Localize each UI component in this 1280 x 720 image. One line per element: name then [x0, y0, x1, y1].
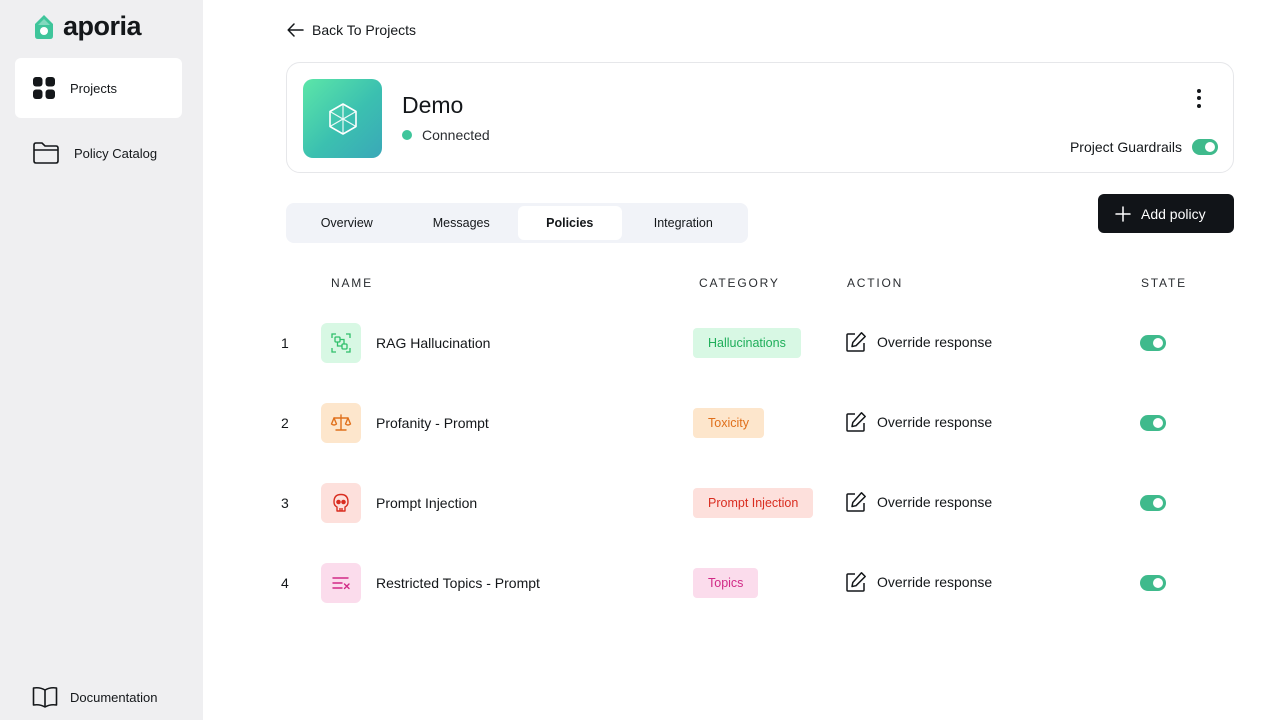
state-toggle[interactable]: [1140, 335, 1166, 351]
action-label: Override response: [877, 334, 993, 350]
tab-integration[interactable]: Integration: [622, 206, 745, 240]
column-header-state: STATE: [1141, 276, 1187, 290]
table-row[interactable]: 2 Profanity - Prompt Toxicity Override r…: [0, 403, 1280, 443]
edit-icon: [846, 412, 866, 432]
category-badge: Toxicity: [693, 408, 764, 438]
project-avatar: [303, 79, 382, 158]
sidebar-item-projects[interactable]: Projects: [15, 58, 182, 118]
policy-name: Restricted Topics - Prompt: [376, 575, 540, 591]
project-status: Connected: [402, 127, 490, 143]
sidebar-item-policy-catalog[interactable]: Policy Catalog: [15, 123, 182, 183]
more-options-icon[interactable]: [1189, 85, 1209, 111]
back-label: Back To Projects: [312, 22, 417, 38]
category-badge: Prompt Injection: [693, 488, 814, 518]
project-name: Demo: [402, 92, 464, 118]
table-row[interactable]: 1 RAG Hallucination Hallucinations Overr…: [0, 323, 1280, 363]
category-badge: Topics: [693, 568, 759, 598]
row-number: 4: [281, 575, 289, 591]
status-dot-icon: [402, 130, 412, 140]
sidebar-item-label: Projects: [70, 80, 117, 96]
table-row[interactable]: 4 Restricted Topics - Prompt Topics Over…: [0, 563, 1280, 603]
policy-name: Prompt Injection: [376, 495, 478, 511]
state-toggle[interactable]: [1140, 495, 1166, 511]
column-header-name: NAME: [331, 276, 373, 290]
add-policy-label: Add policy: [1141, 205, 1206, 222]
row-number: 3: [281, 495, 289, 511]
column-header-action: ACTION: [847, 276, 904, 290]
plus-icon: [1115, 205, 1131, 222]
arrow-left-icon: [287, 23, 304, 37]
action-override[interactable]: Override response: [845, 491, 992, 513]
documentation-label: Documentation: [70, 689, 158, 705]
back-to-projects-link[interactable]: Back To Projects: [287, 22, 416, 38]
table-row[interactable]: 3 Prompt Injection Prompt Injection Over…: [0, 483, 1280, 523]
tab-messages[interactable]: Messages: [405, 206, 519, 240]
edit-icon: [846, 332, 866, 352]
project-card: Demo Connected Project Guardrails: [286, 62, 1234, 173]
guardrails-label: Project Guardrails: [1069, 139, 1182, 155]
action-label: Override response: [877, 574, 993, 590]
scale-icon: [321, 403, 361, 443]
edit-icon: [846, 572, 866, 592]
policy-name: Profanity - Prompt: [376, 415, 489, 431]
category-badge: Hallucinations: [693, 328, 801, 358]
list-x-icon: [321, 563, 361, 603]
project-guardrails: Project Guardrails: [1070, 139, 1218, 155]
folder-icon: [33, 142, 59, 164]
cube-icon: [328, 102, 357, 135]
row-number: 2: [281, 415, 289, 431]
logo[interactable]: aporia: [33, 11, 142, 42]
guardrails-toggle[interactable]: [1192, 139, 1218, 155]
action-label: Override response: [877, 414, 993, 430]
action-label: Override response: [877, 494, 993, 510]
policy-name: RAG Hallucination: [376, 335, 491, 351]
column-header-category: CATEGORY: [699, 276, 780, 290]
scan-icon: [321, 323, 361, 363]
state-toggle[interactable]: [1140, 415, 1166, 431]
tab-bar: Overview Messages Policies Integration: [286, 203, 748, 243]
tab-overview[interactable]: Overview: [289, 206, 405, 240]
aporia-logo-icon: [35, 14, 53, 39]
sidebar-item-label: Policy Catalog: [74, 145, 158, 161]
status-label: Connected: [422, 127, 490, 143]
state-toggle[interactable]: [1140, 575, 1166, 591]
row-number: 1: [281, 335, 289, 351]
sidebar-item-documentation[interactable]: Documentation: [32, 685, 157, 709]
action-override[interactable]: Override response: [845, 331, 992, 353]
edit-icon: [846, 492, 866, 512]
logo-text: aporia: [63, 11, 142, 41]
add-policy-button[interactable]: Add policy: [1098, 194, 1234, 233]
grid-icon: [33, 77, 55, 99]
skull-icon: [321, 483, 361, 523]
action-override[interactable]: Override response: [845, 411, 992, 433]
book-icon: [32, 686, 58, 708]
action-override[interactable]: Override response: [845, 571, 992, 593]
tab-policies[interactable]: Policies: [518, 206, 622, 240]
